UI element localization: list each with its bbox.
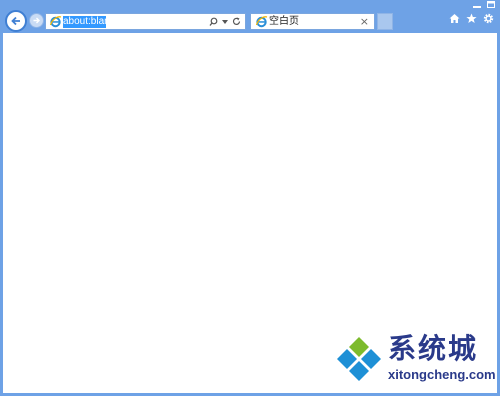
back-button[interactable] (5, 10, 27, 32)
url-input[interactable] (63, 15, 173, 28)
address-bar[interactable] (45, 13, 246, 30)
close-icon[interactable]: × (360, 15, 369, 28)
tab-blank-page[interactable]: 空白页 × (250, 13, 375, 30)
chevron-down-icon[interactable] (222, 19, 228, 24)
system-city-logo (337, 337, 381, 381)
watermark-url: xitongcheng.com (388, 367, 496, 382)
watermark-brand: 系统城 (388, 332, 479, 365)
new-tab-button[interactable] (377, 13, 393, 30)
ie-logo-icon (255, 16, 268, 28)
refresh-icon[interactable] (232, 17, 241, 26)
page-content-area[interactable]: 系统城 xitongcheng.com (3, 33, 497, 393)
ie-logo-icon (49, 16, 62, 28)
command-icons (449, 13, 494, 24)
minimize-icon[interactable] (470, 0, 484, 9)
star-icon[interactable] (466, 13, 477, 24)
back-arrow-icon (11, 16, 20, 26)
restore-icon[interactable] (484, 0, 498, 9)
browser-toolbar: 空白页 × (0, 0, 500, 33)
browser-window: 空白页 × 系统城 xitongchen (0, 0, 500, 396)
address-bar-tools (209, 14, 241, 29)
caption-buttons (470, 0, 498, 9)
tab-title: 空白页 (269, 16, 299, 27)
watermark: 系统城 xitongcheng.com (333, 331, 496, 389)
gear-icon[interactable] (483, 13, 494, 24)
forward-arrow-icon (33, 17, 40, 24)
forward-button[interactable] (29, 13, 44, 28)
search-icon[interactable] (209, 17, 218, 26)
home-icon[interactable] (449, 13, 460, 24)
